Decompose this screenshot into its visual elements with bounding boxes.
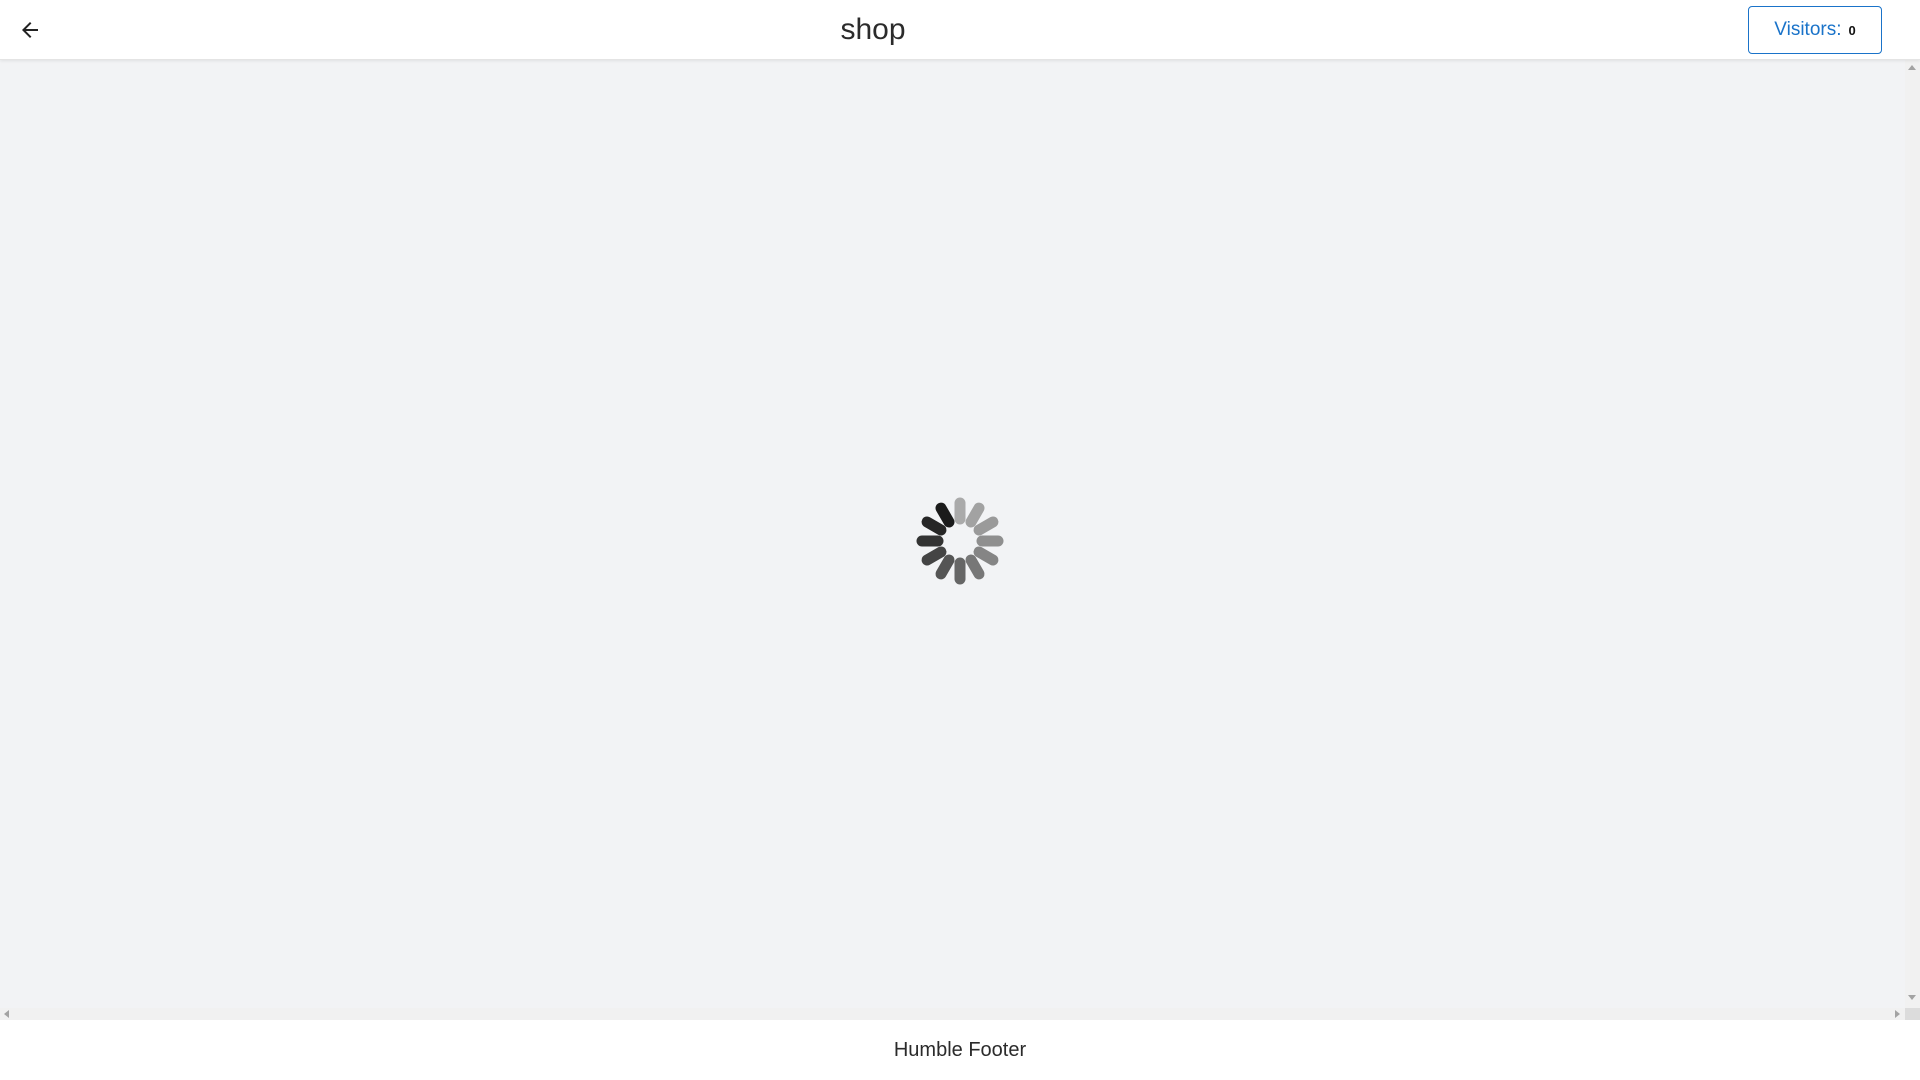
footer-text: Humble Footer (893, 1039, 1027, 1061)
spinner-bar (935, 502, 955, 528)
vertical-scrollbar[interactable] (1905, 60, 1920, 1008)
spinner-bar (973, 546, 999, 566)
spinner-bar (921, 546, 947, 566)
footer: Humble Footer (0, 1020, 1920, 1080)
scroll-up-arrow-icon[interactable] (1908, 65, 1916, 70)
spinner-bar (935, 554, 955, 580)
scrollbar-corner (1905, 1008, 1920, 1020)
back-button[interactable] (14, 14, 46, 46)
arrow-left-icon (22, 22, 38, 38)
visitors-count: 0 (1848, 22, 1856, 38)
horizontal-scrollbar[interactable] (0, 1008, 1905, 1020)
scroll-down-arrow-icon[interactable] (1908, 995, 1916, 1000)
scroll-right-arrow-icon[interactable] (1895, 1010, 1900, 1018)
spinner-bar (965, 502, 985, 528)
page-title: shop (840, 13, 906, 46)
visitors-button[interactable]: Visitors: 0 (1748, 6, 1882, 54)
top-app-bar: shop Visitors: 0 (0, 0, 1920, 60)
scroll-left-arrow-icon[interactable] (4, 1010, 9, 1018)
spinner-icon (916, 497, 1004, 585)
spinner-bar (965, 554, 985, 580)
spinner-bar (921, 516, 947, 536)
spinner-bar (973, 516, 999, 536)
visitors-label: Visitors: (1774, 19, 1842, 40)
